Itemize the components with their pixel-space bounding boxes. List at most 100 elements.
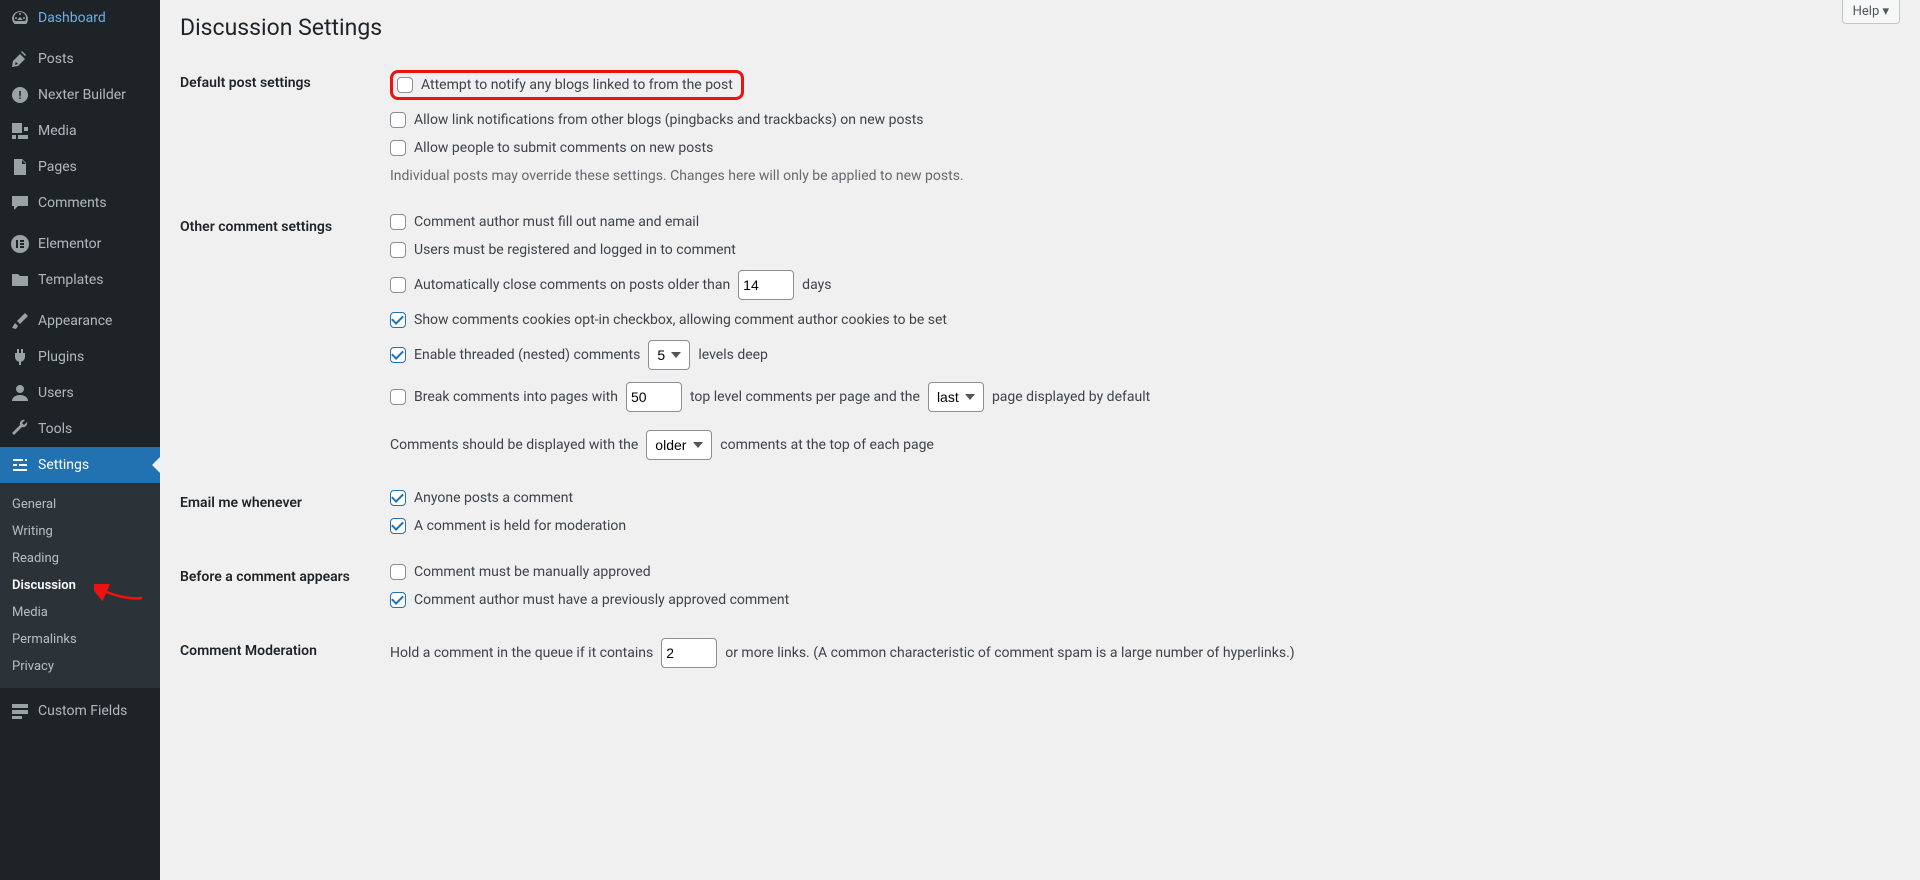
dashboard-icon xyxy=(10,8,30,28)
checkbox-require-name-email[interactable] xyxy=(390,214,406,230)
label-order-post: comments at the top of each page xyxy=(720,437,934,453)
checkbox-email-anyone-posts[interactable] xyxy=(390,490,406,506)
label-moderation-post: or more links. (A common characteristic … xyxy=(725,645,1294,661)
checkbox-allow-pingbacks[interactable] xyxy=(390,112,406,128)
sidebar-item-label: Users xyxy=(38,385,74,401)
label-threaded-pre[interactable]: Enable threaded (nested) comments xyxy=(414,347,640,363)
sliders-icon xyxy=(10,455,30,475)
content-area: Help ▾ Discussion Settings Default post … xyxy=(160,0,1920,880)
section-heading-default-post: Default post settings xyxy=(180,55,380,199)
user-icon xyxy=(10,383,30,403)
checkbox-manual-approve[interactable] xyxy=(390,564,406,580)
checkbox-notify-linked-blogs[interactable] xyxy=(397,77,413,93)
folder-icon xyxy=(10,270,30,290)
submenu-item-reading[interactable]: Reading xyxy=(0,545,160,572)
label-order-pre: Comments should be displayed with the xyxy=(390,437,638,453)
label-cookies-optin[interactable]: Show comments cookies opt-in checkbox, a… xyxy=(414,312,947,328)
sidebar-item-comments[interactable]: Comments xyxy=(0,185,160,221)
label-auto-close-pre[interactable]: Automatically close comments on posts ol… xyxy=(414,277,730,293)
default-post-note: Individual posts may override these sett… xyxy=(390,168,1890,184)
help-tab[interactable]: Help ▾ xyxy=(1842,0,1900,24)
pin-icon xyxy=(10,49,30,69)
section-heading-email: Email me whenever xyxy=(180,475,380,549)
input-per-page[interactable] xyxy=(626,382,682,412)
sidebar-item-dashboard[interactable]: Dashboard xyxy=(0,0,160,36)
submenu-item-general[interactable]: General xyxy=(0,491,160,518)
label-threaded-post: levels deep xyxy=(698,347,768,363)
submenu-item-privacy[interactable]: Privacy xyxy=(0,653,160,680)
sidebar-item-plugins[interactable]: Plugins xyxy=(0,339,160,375)
label-allow-comments[interactable]: Allow people to submit comments on new p… xyxy=(414,140,713,156)
sidebar-item-label: Tools xyxy=(38,421,72,437)
label-prev-approved[interactable]: Comment author must have a previously ap… xyxy=(414,592,789,608)
label-allow-pingbacks[interactable]: Allow link notifications from other blog… xyxy=(414,112,924,128)
sidebar-item-users[interactable]: Users xyxy=(0,375,160,411)
checkbox-prev-approved[interactable] xyxy=(390,592,406,608)
custom-fields-icon xyxy=(10,701,30,721)
sidebar-item-label: Custom Fields xyxy=(38,703,127,719)
sidebar-item-label: Settings xyxy=(38,457,89,473)
submenu-item-media[interactable]: Media xyxy=(0,599,160,626)
comment-icon xyxy=(10,193,30,213)
select-default-page[interactable]: last xyxy=(928,382,984,412)
sidebar-item-label: Comments xyxy=(38,195,107,211)
sidebar-item-tools[interactable]: Tools xyxy=(0,411,160,447)
page-title: Discussion Settings xyxy=(180,0,1900,45)
section-heading-before: Before a comment appears xyxy=(180,549,380,623)
submenu-item-discussion[interactable]: Discussion xyxy=(0,572,160,599)
section-heading-other: Other comment settings xyxy=(180,199,380,475)
brush-icon xyxy=(10,311,30,331)
sidebar-item-label: Pages xyxy=(38,159,77,175)
annotation-highlight: Attempt to notify any blogs linked to fr… xyxy=(390,70,744,100)
submenu-item-permalinks[interactable]: Permalinks xyxy=(0,626,160,653)
label-email-anyone-posts[interactable]: Anyone posts a comment xyxy=(414,490,573,506)
sidebar-item-posts[interactable]: Posts xyxy=(0,41,160,77)
label-require-registration[interactable]: Users must be registered and logged in t… xyxy=(414,242,736,258)
plug-icon xyxy=(10,347,30,367)
checkbox-paginate[interactable] xyxy=(390,389,406,405)
submenu-item-writing[interactable]: Writing xyxy=(0,518,160,545)
label-paginate-post: page displayed by default xyxy=(992,389,1150,405)
sidebar-item-label: Dashboard xyxy=(38,10,106,26)
checkbox-threaded[interactable] xyxy=(390,347,406,363)
sidebar-item-templates[interactable]: Templates xyxy=(0,262,160,298)
label-notify-linked-blogs[interactable]: Attempt to notify any blogs linked to fr… xyxy=(421,77,733,93)
sidebar-item-media[interactable]: Media xyxy=(0,113,160,149)
admin-sidebar: Dashboard Posts ! Nexter Builder Media P… xyxy=(0,0,160,880)
label-auto-close-post: days xyxy=(802,277,831,293)
label-email-held-moderation[interactable]: A comment is held for moderation xyxy=(414,518,626,534)
checkbox-cookies-optin[interactable] xyxy=(390,312,406,328)
media-icon xyxy=(10,121,30,141)
sidebar-item-settings[interactable]: Settings xyxy=(0,447,160,483)
label-manual-approve[interactable]: Comment must be manually approved xyxy=(414,564,651,580)
sidebar-item-label: Templates xyxy=(38,272,104,288)
select-thread-depth[interactable]: 5 xyxy=(648,340,690,370)
settings-submenu: General Writing Reading Discussion Media… xyxy=(0,483,160,688)
sidebar-item-label: Appearance xyxy=(38,313,112,329)
label-paginate-pre[interactable]: Break comments into pages with xyxy=(414,389,618,405)
sidebar-item-label: Posts xyxy=(38,51,74,67)
info-icon: ! xyxy=(10,85,30,105)
sidebar-item-appearance[interactable]: Appearance xyxy=(0,303,160,339)
sidebar-item-custom-fields[interactable]: Custom Fields xyxy=(0,693,160,729)
page-icon xyxy=(10,157,30,177)
label-moderation-pre: Hold a comment in the queue if it contai… xyxy=(390,645,653,661)
sidebar-item-label: Plugins xyxy=(38,349,84,365)
label-require-name-email[interactable]: Comment author must fill out name and em… xyxy=(414,214,699,230)
svg-text:!: ! xyxy=(19,89,22,102)
input-close-days[interactable] xyxy=(738,270,794,300)
checkbox-email-held-moderation[interactable] xyxy=(390,518,406,534)
sidebar-item-pages[interactable]: Pages xyxy=(0,149,160,185)
checkbox-require-registration[interactable] xyxy=(390,242,406,258)
sidebar-item-label: Nexter Builder xyxy=(38,87,126,103)
wrench-icon xyxy=(10,419,30,439)
sidebar-item-elementor[interactable]: Elementor xyxy=(0,226,160,262)
section-heading-moderation: Comment Moderation xyxy=(180,623,380,683)
select-comment-order[interactable]: older xyxy=(646,430,712,460)
sidebar-item-nexter-builder[interactable]: ! Nexter Builder xyxy=(0,77,160,113)
input-max-links[interactable] xyxy=(661,638,717,668)
label-paginate-mid: top level comments per page and the xyxy=(690,389,920,405)
sidebar-item-label: Media xyxy=(38,123,77,139)
checkbox-auto-close[interactable] xyxy=(390,277,406,293)
checkbox-allow-comments[interactable] xyxy=(390,140,406,156)
